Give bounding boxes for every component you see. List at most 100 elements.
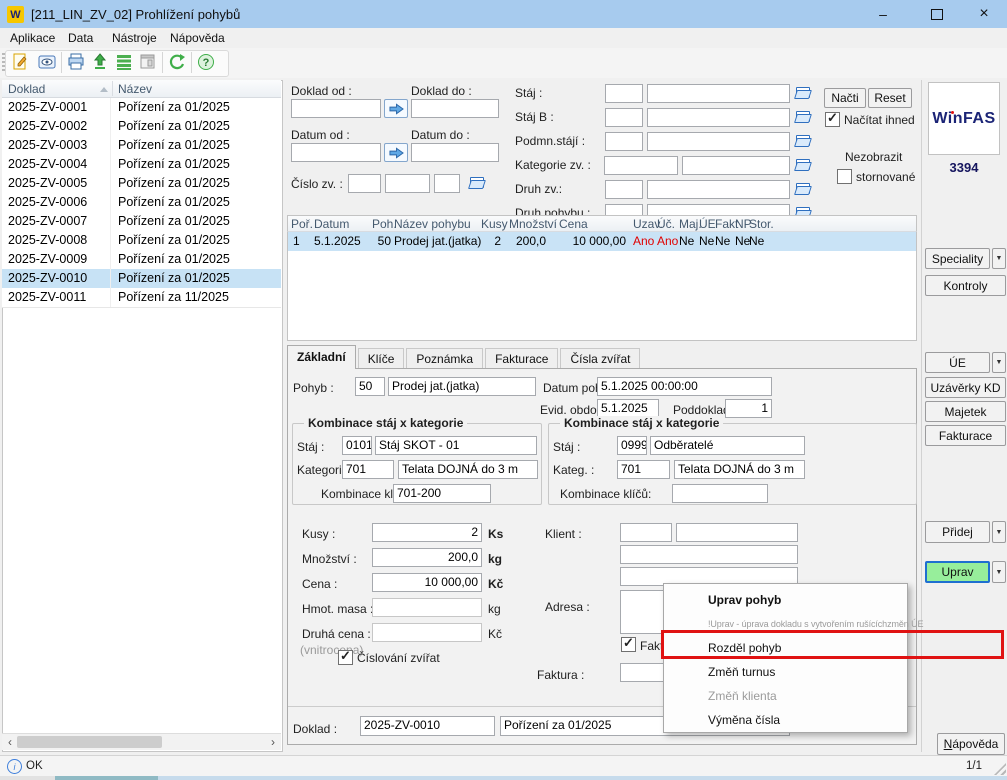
browse-folder-icon[interactable] — [794, 110, 811, 123]
doc-row[interactable]: 2025-ZV-0006Pořízení za 01/2025 — [2, 193, 281, 213]
napoveda-button[interactable]: Nápověda — [937, 733, 1005, 755]
refresh-icon[interactable] — [167, 52, 187, 72]
toolbar-grip[interactable] — [2, 53, 5, 72]
doc-row[interactable]: 2025-ZV-0007Pořízení za 01/2025 — [2, 212, 281, 232]
col-poh[interactable]: Poh. — [372, 217, 397, 231]
copy-arrow-button[interactable] — [384, 99, 408, 118]
menu-nastroje[interactable]: Nástroje — [112, 31, 157, 45]
datum-od-input[interactable] — [291, 143, 381, 162]
ue-dropdown-button[interactable] — [992, 352, 1006, 373]
menu-item-uprav-pohyb[interactable]: Uprav pohyb — [664, 588, 907, 612]
poddoklad-field[interactable]: 1 — [725, 399, 772, 418]
scroll-left-icon[interactable] — [3, 734, 17, 750]
tab-poznamka[interactable]: Poznámka — [406, 348, 483, 368]
scroll-right-icon[interactable] — [266, 734, 280, 750]
col-cena[interactable]: Cena — [559, 217, 588, 231]
fakt-checkbox[interactable] — [621, 637, 636, 652]
col-datum[interactable]: Datum — [314, 217, 349, 231]
staj-right-name-field[interactable]: Odběratelé — [650, 436, 805, 455]
menu-item-zmen-turnus[interactable]: Změň turnus — [664, 660, 907, 684]
ue-button[interactable]: ÚE — [925, 352, 990, 373]
print-icon[interactable] — [66, 52, 86, 72]
doklad-cislo-field[interactable]: 2025-ZV-0010 — [360, 716, 495, 736]
datum-poh-field[interactable]: 5.1.2025 00:00:00 — [597, 377, 772, 396]
menu-item-vymena-cisla[interactable]: Výměna čísla — [664, 708, 907, 732]
kombinace-klicu-right-field[interactable] — [672, 484, 768, 503]
menu-aplikace[interactable]: Aplikace — [10, 31, 55, 45]
klient-name-field[interactable] — [676, 523, 798, 542]
cislo-zv-input-3[interactable] — [434, 174, 460, 193]
cislo-zv-input-2[interactable] — [385, 174, 430, 193]
staj-left-code-field[interactable]: 0101 — [342, 436, 372, 455]
pohyb-code-field[interactable]: 50 — [355, 377, 385, 396]
kusy-field[interactable]: 2 — [372, 523, 482, 542]
doc-row[interactable]: 2025-ZV-0004Pořízení za 01/2025 — [2, 155, 281, 175]
staj-b-code-input[interactable] — [605, 108, 643, 127]
browse-folder-icon[interactable] — [794, 158, 811, 171]
doc-row[interactable]: 2025-ZV-0005Pořízení za 01/2025 — [2, 174, 281, 194]
form-icon[interactable] — [138, 52, 158, 72]
maximize-button[interactable] — [916, 0, 958, 28]
speciality-button[interactable]: Speciality — [925, 248, 990, 269]
cena-field[interactable]: 10 000,00 — [372, 573, 482, 592]
tab-fakturace[interactable]: Fakturace — [485, 348, 558, 368]
staj-b-name-input[interactable] — [647, 108, 790, 127]
edit-icon[interactable] — [11, 52, 31, 72]
tab-klice[interactable]: Klíče — [358, 348, 405, 368]
export-icon[interactable] — [90, 52, 110, 72]
kategorie-left-code-field[interactable]: 701 — [342, 460, 394, 479]
uprav-dropdown-button[interactable] — [992, 561, 1006, 583]
staj-left-name-field[interactable]: Stáj SKOT - 01 — [375, 436, 537, 455]
kontroly-button[interactable]: Kontroly — [925, 275, 1006, 296]
reset-button[interactable]: Reset — [868, 88, 912, 108]
col-uc[interactable]: Úč. — [657, 217, 675, 231]
cislo-zv-input-1[interactable] — [348, 174, 381, 193]
doklad-do-input[interactable] — [411, 99, 499, 118]
stornovane-checkbox[interactable] — [837, 169, 852, 184]
druh-zv-code-input[interactable] — [605, 180, 643, 199]
col-por[interactable]: Poř. — [291, 217, 313, 231]
doc-row[interactable]: 2025-ZV-0002Pořízení za 01/2025 — [2, 117, 281, 137]
pridej-dropdown-button[interactable] — [992, 521, 1006, 543]
browse-folder-icon[interactable] — [794, 134, 811, 147]
doc-row-selected[interactable]: 2025-ZV-0010Pořízení za 01/2025 — [2, 269, 281, 289]
podmn-staji-name-input[interactable] — [647, 132, 790, 151]
nacti-button[interactable]: Načti — [824, 88, 866, 108]
staj-code-input[interactable] — [605, 84, 643, 103]
kombinace-klicu-left-field[interactable]: 701-200 — [393, 484, 491, 503]
speciality-dropdown-button[interactable] — [992, 248, 1006, 269]
close-button[interactable]: × — [963, 0, 1005, 28]
rows-icon[interactable] — [114, 52, 134, 72]
doc-row[interactable]: 2025-ZV-0009Pořízení za 01/2025 — [2, 250, 281, 270]
staj-right-code-field[interactable]: 0999 — [617, 436, 647, 455]
cislovani-zvirat-checkbox[interactable] — [338, 650, 353, 665]
col-kusy[interactable]: Kusy — [481, 217, 508, 231]
majetek-button[interactable]: Majetek — [925, 401, 1006, 422]
uzaverky-kd-button[interactable]: Uzávěrky KD — [925, 377, 1006, 398]
tab-cisla-zvirat[interactable]: Čísla zvířat — [560, 348, 640, 368]
datum-do-input[interactable] — [411, 143, 499, 162]
doc-row[interactable]: 2025-ZV-0003Pořízení za 01/2025 — [2, 136, 281, 156]
fakturace-button[interactable]: Fakturace — [925, 425, 1006, 446]
browse-folder-icon[interactable] — [468, 176, 485, 189]
col-stor[interactable]: Stor. — [749, 217, 774, 231]
movement-row-selected[interactable]: 1 5.1.2025 50 Prodej jat.(jatka) 2 200,0… — [288, 232, 916, 251]
doc-row[interactable]: 2025-ZV-0011Pořízení za 11/2025 — [2, 288, 281, 308]
preview-icon[interactable] — [37, 52, 57, 72]
druha-cena-field[interactable] — [372, 623, 482, 642]
kategorie-zv-input-1[interactable] — [604, 156, 678, 175]
klient-field-2[interactable] — [620, 545, 798, 564]
klient-code-field[interactable] — [620, 523, 672, 542]
scrollbar-thumb[interactable] — [17, 736, 162, 748]
doklad-od-input[interactable] — [291, 99, 381, 118]
menu-data[interactable]: Data — [68, 31, 93, 45]
nacitat-ihned-checkbox[interactable] — [825, 112, 840, 127]
column-header-nazev[interactable]: Název — [118, 82, 152, 96]
horizontal-scrollbar[interactable] — [2, 733, 281, 750]
col-nazev[interactable]: Název pohybu — [394, 217, 471, 231]
kategorie-left-name-field[interactable]: Telata DOJNÁ do 3 m — [398, 460, 538, 479]
mnozstvi-field[interactable]: 200,0 — [372, 548, 482, 567]
kategorie-right-code-field[interactable]: 701 — [617, 460, 670, 479]
col-mnozstvi[interactable]: Množství — [509, 217, 557, 231]
browse-folder-icon[interactable] — [794, 182, 811, 195]
